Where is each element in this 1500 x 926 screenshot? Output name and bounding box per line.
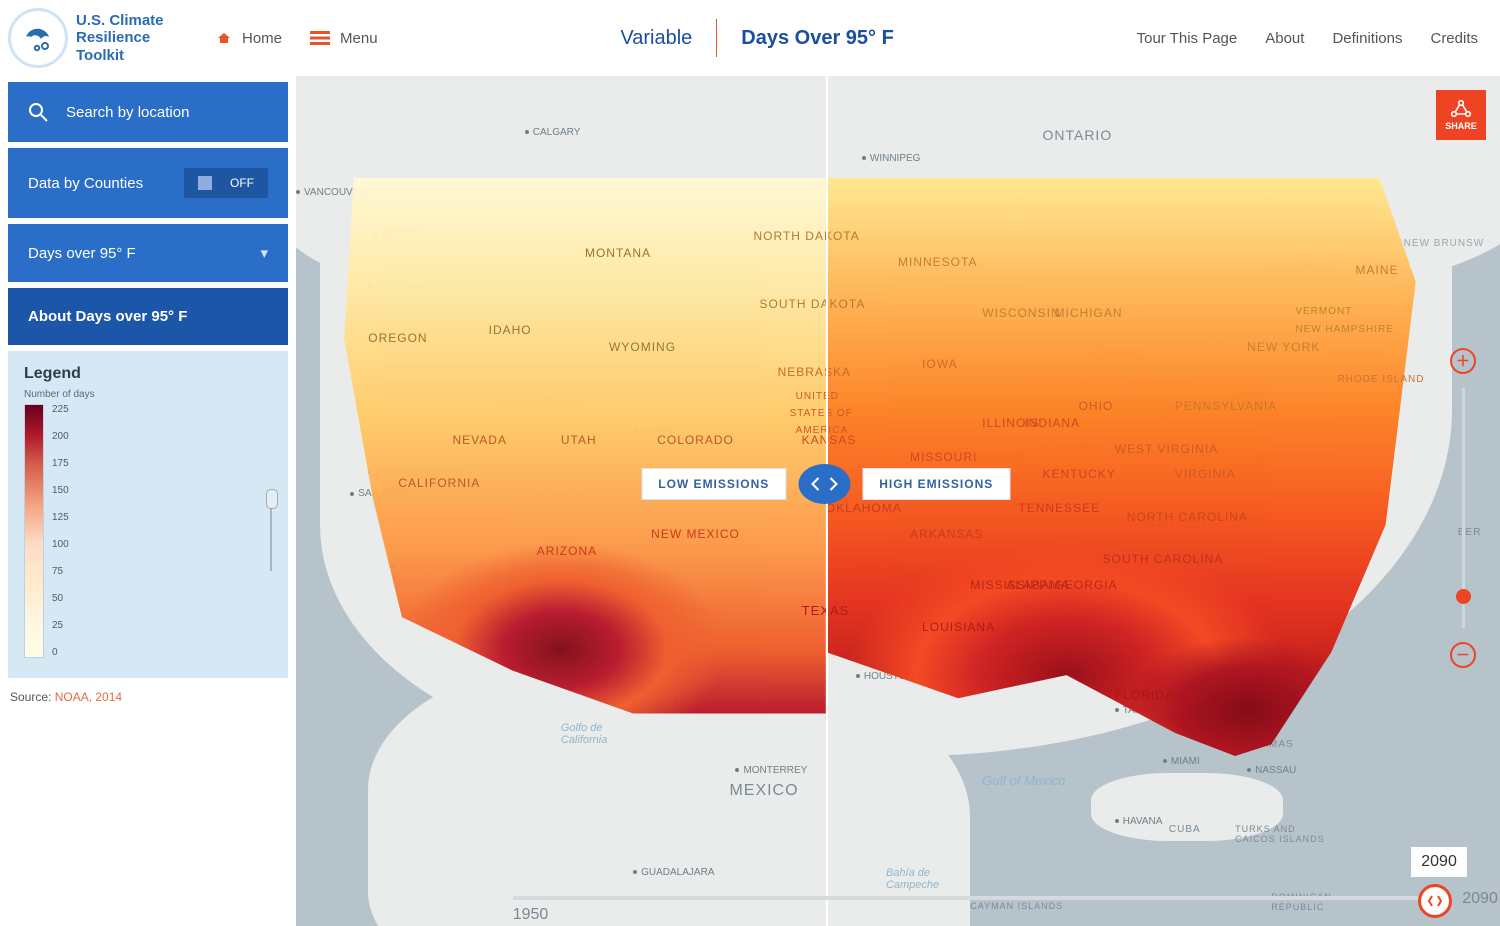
high-emissions-tag: HIGH EMISSIONS (862, 468, 1010, 500)
swipe-control: LOW EMISSIONS HIGH EMISSIONS (641, 464, 1010, 504)
source-link[interactable]: NOAA, 2014 (55, 690, 122, 704)
legend-subtitle: Number of days (24, 389, 272, 400)
share-icon (1450, 99, 1472, 119)
time-track[interactable]: 1950 2090 2090 (513, 896, 1452, 900)
data-by-counties-row: Data by Counties OFF (8, 148, 288, 218)
time-value-bubble: 2090 (1410, 846, 1468, 878)
search-input[interactable]: Search by location (66, 104, 189, 121)
separator (716, 19, 717, 57)
zoom-out-button[interactable]: － (1450, 642, 1476, 668)
credits-link[interactable]: Credits (1430, 30, 1478, 47)
zoom-track[interactable] (1462, 388, 1465, 628)
chevron-left-icon (810, 477, 820, 491)
tour-link[interactable]: Tour This Page (1137, 30, 1238, 47)
chevron-down-icon: ▾ (260, 244, 268, 262)
about-variable[interactable]: About Days over 95° F (8, 288, 288, 345)
map[interactable]: ONTARIO MEXICO Gulf of Mexico THE BAHAMA… (296, 76, 1500, 926)
home-icon (216, 30, 232, 46)
brand-title: U.S. Climate Resilience Toolkit (76, 12, 164, 64)
variable-label: Variable (620, 27, 692, 50)
variable-value: Days Over 95° F (741, 27, 894, 50)
data-by-counties-label: Data by Counties (28, 175, 143, 192)
variable-display: Variable Days Over 95° F (378, 19, 1137, 57)
variable-select-label: Days over 95° F (28, 245, 136, 262)
low-emissions-tag: LOW EMISSIONS (641, 468, 786, 500)
brand[interactable]: U.S. Climate Resilience Toolkit (8, 8, 188, 68)
toggle-box-icon (198, 176, 212, 190)
definitions-link[interactable]: Definitions (1332, 30, 1402, 47)
source-attribution: Source: NOAA, 2014 (10, 690, 286, 704)
zoom-control: ＋ － (1450, 348, 1476, 668)
search-panel[interactable]: Search by location (8, 82, 288, 142)
time-start-label: 1950 (513, 906, 549, 924)
legend-colorbar (24, 404, 44, 658)
header-nav: Home Menu (216, 30, 378, 47)
legend-title: Legend (24, 365, 272, 383)
header: U.S. Climate Resilience Toolkit Home Men… (0, 0, 1500, 77)
legend-opacity-slider[interactable] (270, 491, 272, 571)
zoom-in-button[interactable]: ＋ (1450, 348, 1476, 374)
toggle-state: OFF (230, 176, 254, 190)
time-slider: 1950 2090 2090 (513, 896, 1452, 900)
swipe-handle[interactable] (798, 464, 850, 504)
chevron-right-icon (828, 477, 838, 491)
share-button[interactable]: SHARE (1436, 90, 1486, 140)
sidebar: Search by location Data by Counties OFF … (0, 76, 296, 926)
counties-toggle[interactable]: OFF (184, 168, 268, 198)
zoom-handle[interactable] (1456, 589, 1471, 604)
legend-ticks: 2252001751501251007550250 (52, 404, 69, 658)
slider-handle-icon[interactable] (266, 489, 278, 509)
menu-link[interactable]: Menu (310, 30, 378, 47)
search-icon (28, 102, 48, 122)
about-variable-label: About Days over 95° F (28, 308, 187, 325)
header-right-links: Tour This Page About Definitions Credits (1137, 30, 1478, 47)
time-handle[interactable] (1418, 884, 1452, 918)
about-link[interactable]: About (1265, 30, 1304, 47)
legend: Legend Number of days 225200175150125100… (8, 351, 288, 678)
logo-icon (8, 8, 68, 68)
time-end-label: 2090 (1462, 890, 1498, 908)
drag-icon (1428, 895, 1442, 907)
menu-icon (310, 30, 330, 46)
variable-select[interactable]: Days over 95° F ▾ (8, 224, 288, 282)
home-link[interactable]: Home (216, 30, 282, 47)
